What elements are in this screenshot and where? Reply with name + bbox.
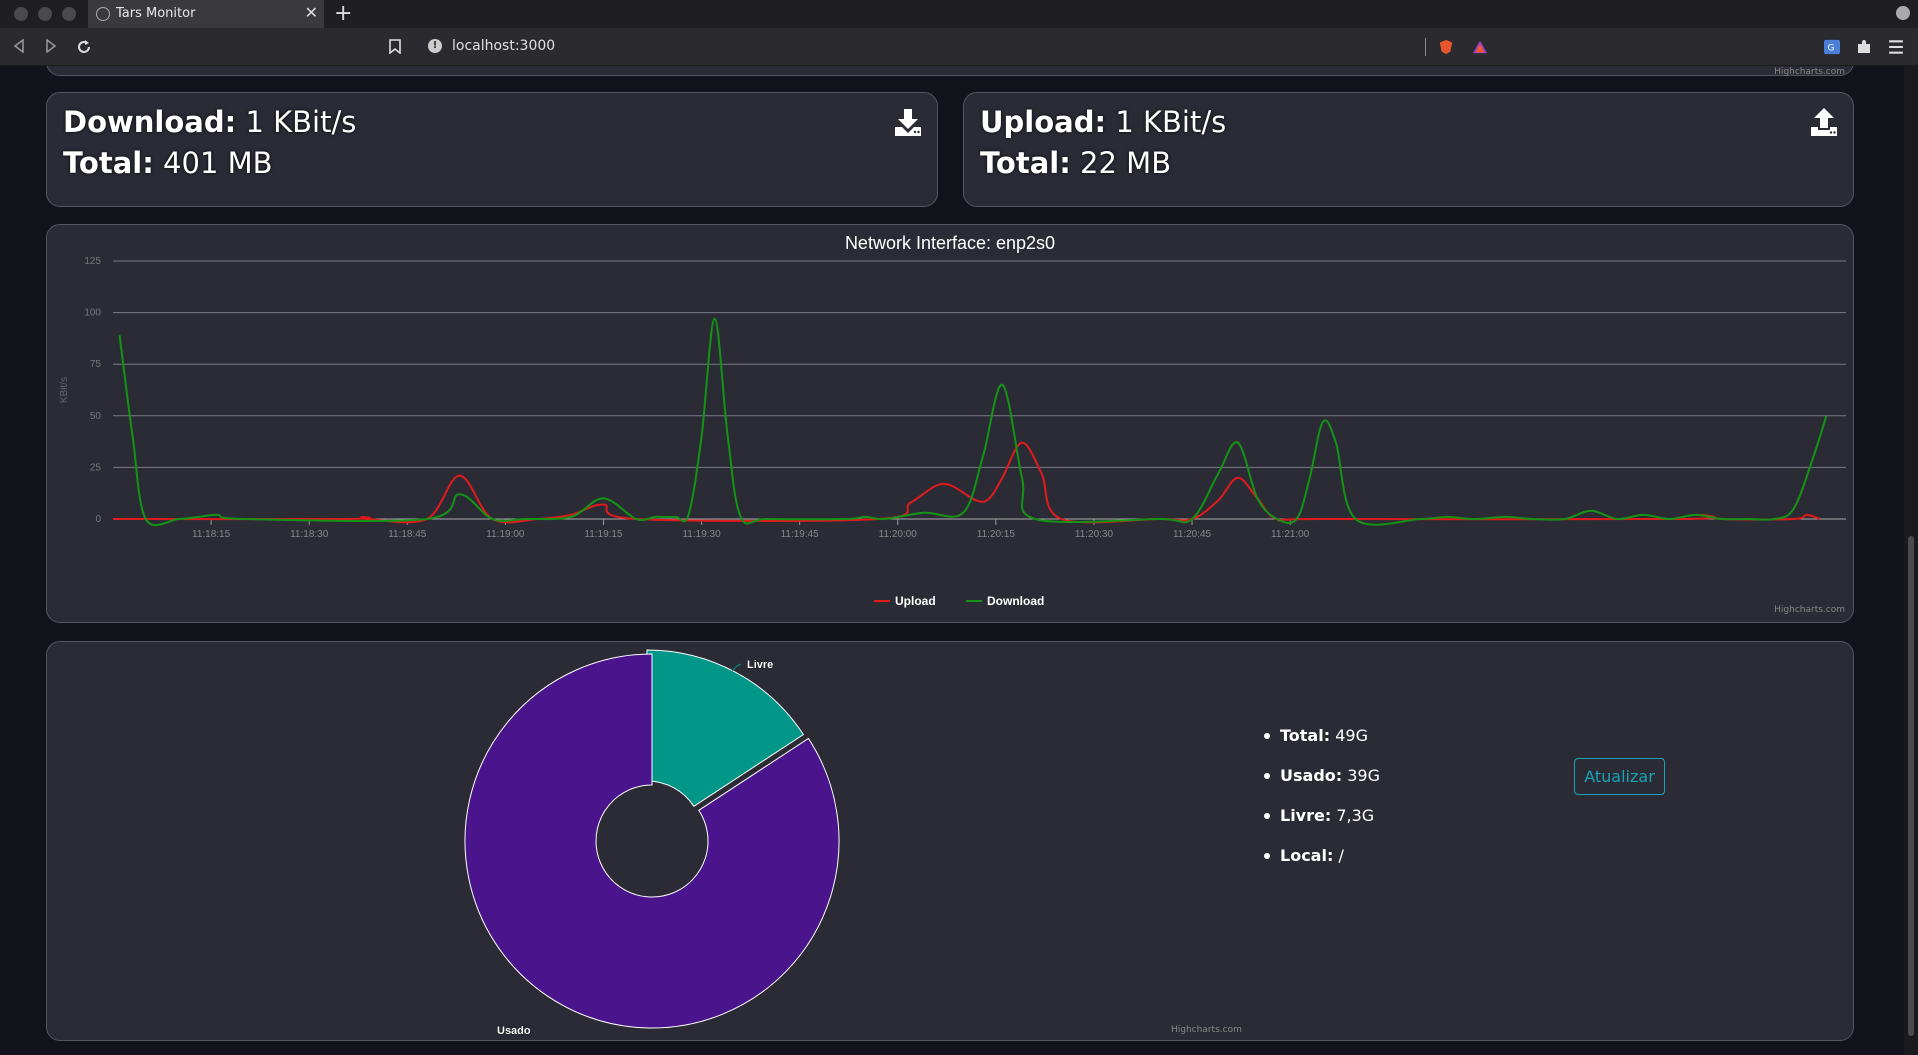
x-tick-label: 11:20:45: [1173, 529, 1212, 540]
new-tab-button[interactable]: +: [334, 1, 352, 26]
disk-used-item: Usado: 39G: [1264, 766, 1381, 785]
network-line-chart: 0 25 50 75 100 125 KBit/s 11:18:15 11:18:30 11:18…: [59, 256, 1846, 608]
disk-card: Livre Usado Highcharts.com: [46, 641, 1854, 1041]
upload-total: 22 MB: [1080, 146, 1172, 180]
network-chart-card: Network Interface: enp2s0 0 25 50 75 100 125 K…: [46, 224, 1854, 623]
window-maximize-dot[interactable]: [62, 7, 76, 21]
upload-total-line: Total: 22 MB: [980, 146, 1171, 180]
disk-used: 39G: [1347, 766, 1381, 785]
disk-free-item: Livre: 7,3G: [1264, 806, 1375, 825]
refresh-button[interactable]: Atualizar: [1574, 758, 1665, 795]
x-tick-label: 11:19:30: [682, 529, 721, 540]
disk-total: 49G: [1335, 726, 1368, 745]
x-tick-label: 11:18:45: [388, 529, 427, 540]
download-card: Download: 1 KBit/s Total: 401 MB: [46, 92, 938, 207]
reload-icon[interactable]: [76, 39, 92, 55]
highcharts-credit[interactable]: Highcharts.com: [1774, 605, 1845, 615]
x-tick-label: 11:18:15: [192, 529, 231, 540]
disk-local-item: Local: /: [1264, 846, 1344, 865]
extensions-puzzle-icon[interactable]: [1856, 39, 1872, 55]
scroll-thumb[interactable]: [1908, 536, 1914, 1036]
back-icon[interactable]: [12, 39, 26, 53]
page-scrollbar[interactable]: [1904, 66, 1918, 1055]
x-tick-label: 11:19:15: [584, 529, 623, 540]
menu-hamburger-icon[interactable]: [1888, 39, 1904, 55]
disk-total-item: Total: 49G: [1264, 726, 1368, 745]
download-icon: [895, 109, 921, 136]
upload-card: Upload: 1 KBit/s Total: 22 MB: [963, 92, 1854, 207]
upload-rate-line: Upload: 1 KBit/s: [980, 105, 1226, 139]
legend-label-upload: Upload: [895, 594, 936, 608]
disk-free: 7,3G: [1336, 806, 1375, 825]
download-total: 401 MB: [163, 146, 273, 180]
x-tick-label: 11:21:00: [1271, 529, 1310, 540]
address-bar[interactable]: localhost:3000: [452, 38, 555, 54]
y-tick-label: 50: [90, 411, 102, 422]
disk-local: /: [1338, 846, 1344, 865]
tab-title: Tars Monitor: [116, 6, 196, 21]
y-axis-label: KBit/s: [59, 377, 70, 403]
x-tick-label: 11:19:45: [781, 529, 820, 540]
browser-titlebar: Tars Monitor ✕ +: [0, 0, 1918, 28]
translate-icon[interactable]: G: [1824, 39, 1840, 55]
globe-icon: [96, 7, 110, 21]
forward-icon[interactable]: [44, 39, 58, 53]
bookmark-icon[interactable]: [389, 39, 401, 54]
highcharts-credit[interactable]: Highcharts.com: [1774, 67, 1845, 77]
site-info-icon[interactable]: !: [428, 39, 442, 53]
tab-list-chevron-icon[interactable]: [1896, 6, 1910, 20]
page-content: Highcharts.com Download: 1 KBit/s Total:…: [0, 66, 1904, 1055]
pie-label-livre: Livre: [747, 659, 773, 671]
upload-icon: [1811, 108, 1837, 136]
y-tick-label: 75: [90, 359, 102, 370]
download-rate-line: Download: 1 KBit/s: [63, 105, 356, 139]
disk-pie-chart: Livre Usado: [464, 649, 840, 1037]
series-line-download: [118, 317, 1828, 527]
download-rate: 1 KBit/s: [245, 105, 357, 139]
y-tick-label: 0: [95, 514, 101, 525]
y-tick-label: 25: [90, 462, 102, 473]
highcharts-credit[interactable]: Highcharts.com: [1171, 1025, 1242, 1035]
upload-rate: 1 KBit/s: [1115, 105, 1227, 139]
x-tick-label: 11:20:00: [879, 529, 918, 540]
browser-tab[interactable]: Tars Monitor ✕: [88, 0, 324, 28]
svg-text:G: G: [1828, 44, 1835, 54]
download-total-line: Total: 401 MB: [63, 146, 273, 180]
x-tick-label: 11:19:00: [486, 529, 525, 540]
download-total-label: Total:: [63, 146, 154, 180]
previous-card: Highcharts.com: [46, 66, 1854, 77]
x-tick-label: 11:20:15: [977, 529, 1016, 540]
brave-shield-icon[interactable]: [1438, 39, 1454, 55]
upload-label: Upload:: [980, 105, 1107, 139]
window-minimize-dot[interactable]: [38, 7, 52, 21]
x-tick-label: 11:18:30: [290, 529, 329, 540]
y-tick-label: 100: [84, 308, 101, 319]
brave-rewards-icon[interactable]: [1472, 39, 1488, 55]
tab-close-icon[interactable]: ✕: [305, 3, 318, 22]
upload-total-label: Total:: [980, 146, 1071, 180]
x-tick-label: 11:20:30: [1075, 529, 1114, 540]
toolbar-divider: [1425, 38, 1426, 56]
window-close-dot[interactable]: [14, 7, 28, 21]
download-label: Download:: [63, 105, 237, 139]
browser-toolbar: ! localhost:3000 G: [0, 28, 1918, 66]
y-tick-label: 125: [84, 256, 101, 267]
legend-label-download: Download: [987, 594, 1044, 608]
pie-label-usado: Usado: [497, 1025, 531, 1037]
